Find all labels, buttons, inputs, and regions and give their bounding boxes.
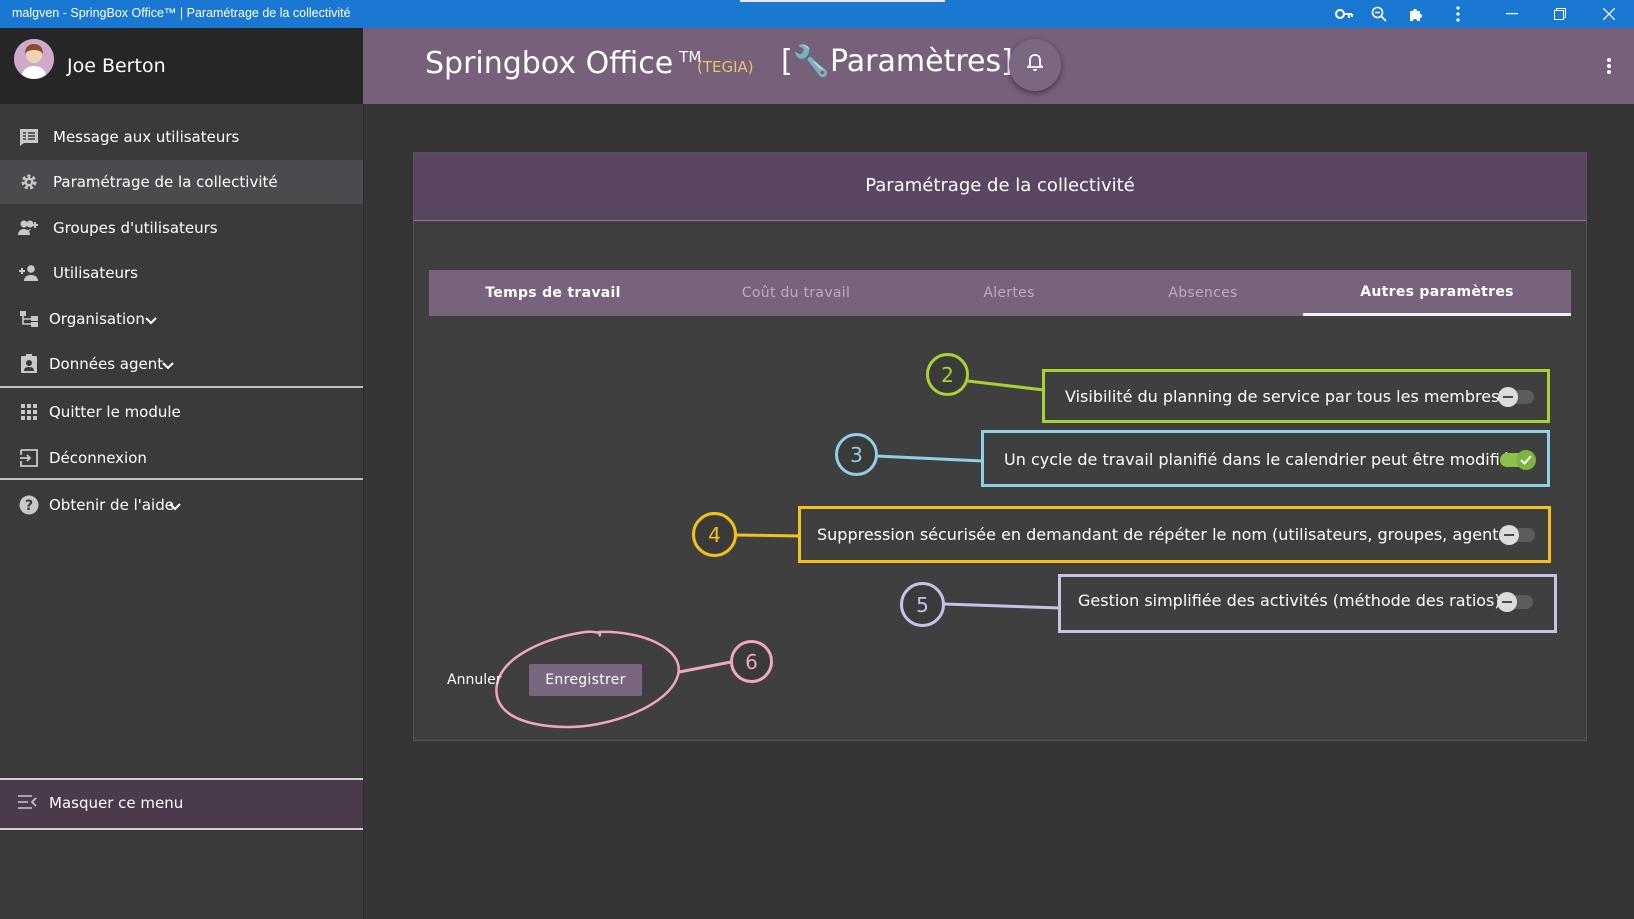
gear-icon	[18, 171, 40, 193]
sidebar-item-label: Données agent	[49, 355, 164, 373]
cancel-button[interactable]: Annuler	[447, 672, 501, 688]
hide-menu-button[interactable]: Masquer ce menu	[0, 778, 363, 830]
sidebar-item-label: Utilisateurs	[53, 264, 138, 282]
puzzle-icon[interactable]	[1406, 4, 1426, 24]
toggle-knob	[1499, 525, 1519, 545]
toggle-knob	[1498, 387, 1518, 407]
callout-5: 5	[900, 582, 945, 627]
settings-tabs: Temps de travail Coût du travail Alertes…	[429, 270, 1571, 316]
bell-icon	[1025, 54, 1045, 76]
sidebar: Joe Berton Message aux utilisateurs Para…	[0, 28, 364, 919]
option-label: Suppression sécurisée en demandant de ré…	[817, 525, 1514, 544]
svg-text:?: ?	[25, 498, 33, 514]
sidebar-item-label: Organisation	[49, 310, 145, 328]
restore-icon[interactable]	[1537, 0, 1583, 28]
sidebar-item-label: Quitter le module	[49, 403, 181, 421]
chevron-down-icon	[145, 311, 157, 329]
hide-menu-label: Masquer ce menu	[49, 794, 184, 812]
section-title: [🔧Paramètres]	[781, 44, 1013, 79]
sidebar-item-deconnexion[interactable]: Déconnexion	[0, 436, 363, 480]
logout-icon	[18, 447, 40, 469]
window-title: malgven - SpringBox Office™ | Paramétrag…	[12, 6, 351, 20]
sidebar-item-label: Obtenir de l'aide	[49, 496, 174, 514]
toggle-knob	[1497, 592, 1517, 612]
notifications-button[interactable]	[1009, 39, 1061, 91]
sidebar-item-donnees-agent[interactable]: Données agent	[0, 342, 363, 386]
toggle-gestion-activites[interactable]	[1497, 592, 1533, 612]
chevron-down-icon	[162, 356, 174, 374]
avatar[interactable]	[14, 39, 54, 79]
option-label: Gestion simplifiée des activités (méthod…	[1078, 591, 1501, 610]
sidebar-item-parametrage[interactable]: Paramétrage de la collectivité	[0, 160, 363, 204]
sidebar-item-label: Message aux utilisateurs	[53, 128, 240, 146]
toggle-suppression-securisee[interactable]	[1499, 525, 1535, 545]
callout-4: 4	[692, 512, 737, 557]
minimize-icon[interactable]	[1489, 0, 1535, 28]
app-title: Springbox Office TM	[425, 46, 701, 81]
sidebar-item-utilisateurs[interactable]: Utilisateurs	[0, 251, 363, 295]
option-cycle-modifiable: Un cycle de travail planifié dans le cal…	[981, 430, 1550, 487]
callout-3: 3	[835, 433, 878, 476]
tab-autres-parametres[interactable]: Autres paramètres	[1303, 270, 1571, 316]
sidebar-item-aide[interactable]: ? Obtenir de l'aide	[0, 483, 363, 527]
zoom-icon[interactable]	[1369, 4, 1389, 24]
menu-collapse-icon	[18, 794, 38, 813]
toggle-visibilite-planning[interactable]	[1498, 387, 1534, 407]
org-chart-icon	[18, 308, 40, 330]
sidebar-item-label: Groupes d'utilisateurs	[53, 219, 218, 237]
callout-6: 6	[730, 640, 773, 683]
sidebar-item-label: Déconnexion	[49, 449, 147, 467]
message-list-icon	[18, 126, 40, 148]
group-add-icon	[18, 217, 40, 239]
sidebar-item-quitter[interactable]: Quitter le module	[0, 390, 363, 434]
user-name: Joe Berton	[67, 55, 166, 77]
org-code: (TEGIA)	[697, 58, 754, 76]
save-button[interactable]: Enregistrer	[529, 664, 642, 696]
tab-alertes[interactable]: Alertes	[915, 270, 1103, 316]
tab-cout-du-travail[interactable]: Coût du travail	[677, 270, 915, 316]
option-visibilite-planning: Visibilité du planning de service par to…	[1042, 369, 1550, 423]
app-header: Springbox Office TM (TEGIA) [🔧Paramètres]	[363, 28, 1634, 104]
check-icon	[1520, 455, 1532, 465]
tab-absences[interactable]: Absences	[1103, 270, 1303, 316]
option-suppression-securisee: Suppression sécurisée en demandant de ré…	[798, 506, 1551, 563]
badge-icon	[18, 353, 40, 375]
title-bar-highlight	[740, 0, 945, 2]
user-bar: Joe Berton	[0, 28, 363, 104]
sidebar-item-messages[interactable]: Message aux utilisateurs	[0, 115, 363, 159]
close-icon[interactable]	[1586, 0, 1632, 28]
tab-temps-de-travail[interactable]: Temps de travail	[429, 270, 677, 316]
option-label: Un cycle de travail planifié dans le cal…	[1004, 450, 1510, 469]
option-label: Visibilité du planning de service par to…	[1065, 387, 1500, 406]
sidebar-divider	[0, 386, 363, 388]
card-title: Paramétrage de la collectivité	[865, 175, 1135, 196]
card-header: Paramétrage de la collectivité	[414, 153, 1586, 221]
window-title-bar: malgven - SpringBox Office™ | Paramétrag…	[0, 0, 1634, 28]
sidebar-item-organisation[interactable]: Organisation	[0, 297, 363, 341]
callout-2: 2	[926, 353, 969, 396]
more-vertical-icon[interactable]	[1448, 4, 1468, 24]
app-title-text: Springbox Office	[425, 46, 674, 81]
toggle-cycle-modifiable[interactable]	[1500, 450, 1536, 470]
sidebar-item-label: Paramétrage de la collectivité	[53, 173, 278, 191]
chevron-down-icon	[169, 497, 181, 515]
key-icon[interactable]	[1334, 4, 1354, 24]
help-icon: ?	[18, 494, 40, 516]
toggle-knob	[1516, 450, 1536, 470]
option-gestion-activites: Gestion simplifiée des activités (méthod…	[1058, 574, 1557, 633]
sidebar-item-groupes[interactable]: Groupes d'utilisateurs	[0, 206, 363, 250]
sidebar-divider	[0, 478, 363, 480]
header-more-icon[interactable]	[1606, 56, 1612, 76]
apps-grid-icon	[18, 401, 40, 423]
person-add-icon	[18, 262, 40, 284]
